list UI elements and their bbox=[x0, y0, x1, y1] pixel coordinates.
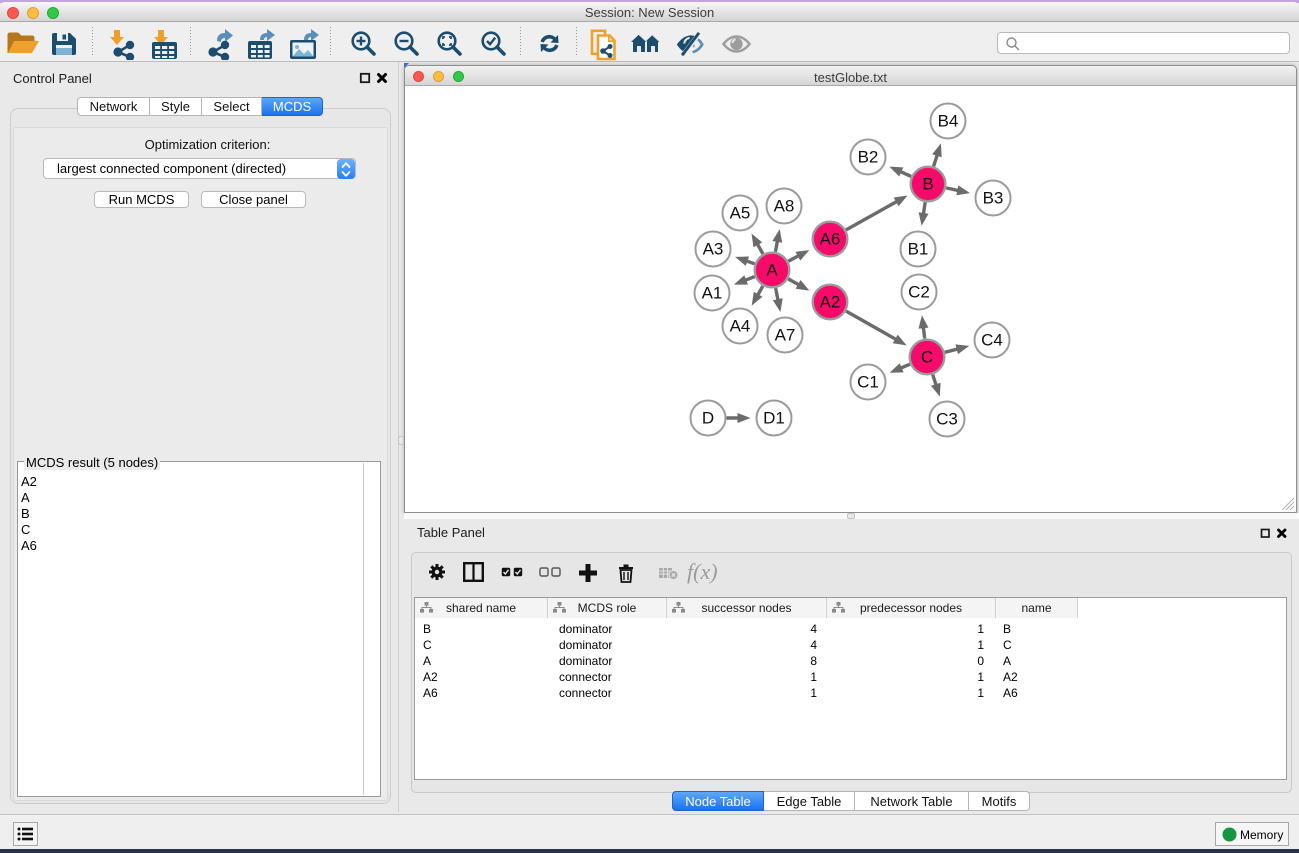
svg-text:A: A bbox=[766, 261, 778, 280]
svg-text:A1: A1 bbox=[702, 284, 723, 303]
svg-text:C3: C3 bbox=[936, 410, 958, 429]
svg-text:A5: A5 bbox=[730, 204, 751, 223]
svg-text:C2: C2 bbox=[908, 283, 930, 302]
svg-text:B: B bbox=[922, 175, 933, 194]
svg-text:C: C bbox=[921, 348, 933, 367]
svg-text:D: D bbox=[702, 409, 714, 428]
svg-text:A4: A4 bbox=[730, 317, 751, 336]
svg-text:A6: A6 bbox=[820, 230, 841, 249]
svg-text:C4: C4 bbox=[981, 331, 1003, 350]
svg-text:C1: C1 bbox=[857, 373, 879, 392]
svg-text:A2: A2 bbox=[820, 293, 841, 312]
svg-text:B3: B3 bbox=[983, 189, 1004, 208]
svg-text:A8: A8 bbox=[774, 197, 795, 216]
svg-text:B2: B2 bbox=[858, 148, 879, 167]
svg-text:D1: D1 bbox=[763, 409, 785, 428]
svg-text:A7: A7 bbox=[775, 326, 796, 345]
svg-text:A3: A3 bbox=[703, 240, 724, 259]
svg-text:B4: B4 bbox=[938, 112, 959, 131]
svg-text:B1: B1 bbox=[908, 240, 929, 259]
